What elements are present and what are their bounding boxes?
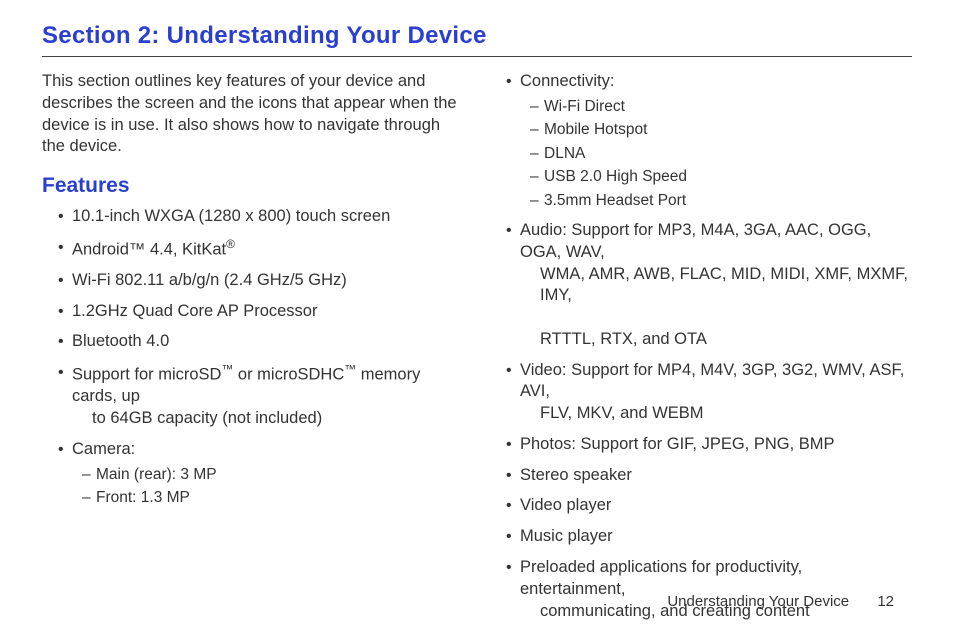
list-item: Stereo speaker [506,465,912,487]
sub-item: USB 2.0 High Speed [530,167,912,187]
list-item: Support for microSD™ or microSDHC™ memor… [58,362,466,430]
list-item: Video player [506,495,912,517]
column-left: This section outlines key features of yo… [42,71,482,631]
list-item: Connectivity: Wi-Fi Direct Mobile Hotspot D… [506,71,912,211]
divider [42,56,912,57]
list-item-label: Camera: [72,440,135,458]
sub-item: Mobile Hotspot [530,120,912,140]
features-heading: Features [42,172,466,200]
column-right: Connectivity: Wi-Fi Direct Mobile Hotspot D… [482,71,912,631]
sub-item: Main (rear): 3 MP [82,465,466,485]
list-item: Video: Support for MP4, M4V, 3GP, 3G2, W… [506,360,912,425]
list-item: Wi-Fi 802.11 a/b/g/n (2.4 GHz/5 GHz) [58,270,466,292]
list-item: 10.1-inch WXGA (1280 x 800) touch screen [58,206,466,228]
list-item: 1.2GHz Quad Core AP Processor [58,301,466,323]
columns: This section outlines key features of yo… [42,71,912,631]
list-item: Bluetooth 4.0 [58,331,466,353]
list-item-label: Connectivity: [520,72,614,90]
list-item: Music player [506,526,912,548]
sub-item: DLNA [530,144,912,164]
list-item: Audio: Support for MP3, M4A, 3GA, AAC, O… [506,220,912,351]
list-item: Preloaded applications for productivity,… [506,557,912,622]
section-title: Section 2: Understanding Your Device [42,22,912,50]
list-item: Photos: Support for GIF, JPEG, PNG, BMP [506,434,912,456]
features-list-left: 10.1-inch WXGA (1280 x 800) touch screen… [42,206,466,509]
sub-item: Front: 1.3 MP [82,488,466,508]
sub-list: Main (rear): 3 MP Front: 1.3 MP [72,465,466,509]
features-list-right: Connectivity: Wi-Fi Direct Mobile Hotspot D… [490,71,912,622]
page-footer: Understanding Your Device 12 [667,593,894,610]
footer-text: Understanding Your Device [667,593,849,610]
sub-item: 3.5mm Headset Port [530,191,912,211]
sub-item: Wi-Fi Direct [530,97,912,117]
list-item: Camera: Main (rear): 3 MP Front: 1.3 MP [58,439,466,509]
list-item: Android™ 4.4, KitKat® [58,237,466,261]
sub-list: Wi-Fi Direct Mobile Hotspot DLNA USB 2.0 Hi… [520,97,912,211]
intro-text: This section outlines key features of yo… [42,71,466,158]
page-number: 12 [877,593,894,610]
